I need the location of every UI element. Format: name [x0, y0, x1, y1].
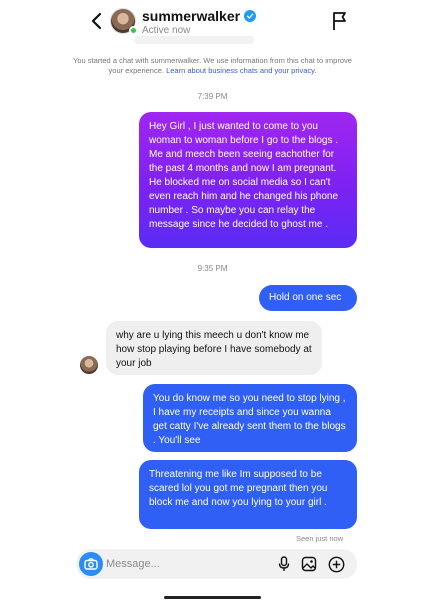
voice-message-button[interactable] [275, 555, 293, 573]
sent-message[interactable]: Hold on one sec [259, 285, 357, 311]
message-text: why are u lying this meech u don't know … [116, 330, 312, 369]
contact-name[interactable]: summerwalker [142, 8, 257, 24]
message-composer [76, 549, 357, 579]
message-input[interactable] [106, 555, 246, 573]
seen-receipt: Seen just now [296, 534, 344, 543]
privacy-link[interactable]: Learn about business chats and your priv… [166, 66, 316, 75]
camera-button[interactable] [79, 552, 103, 576]
received-message[interactable]: why are u lying this meech u don't know … [106, 321, 322, 375]
home-indicator [164, 596, 261, 599]
online-indicator [129, 26, 138, 35]
sent-message[interactable]: Threatening me like Im supposed to be sc… [139, 460, 357, 529]
username: summerwalker [142, 8, 241, 24]
message-text: Hold on one sec [269, 292, 342, 303]
timestamp: 7:39 PM [197, 92, 228, 101]
microphone-icon [278, 556, 290, 571]
back-button[interactable] [88, 9, 104, 33]
gallery-icon [301, 556, 317, 572]
profile-card-edge [134, 36, 254, 44]
add-button[interactable] [327, 555, 345, 573]
business-chat-notice: You started a chat with summerwalker. We… [70, 56, 355, 76]
sent-message[interactable]: Hey Girl , I just wanted to come to you … [139, 112, 357, 248]
chevron-left-icon [91, 12, 102, 30]
camera-icon [84, 558, 98, 570]
timestamp: 9:35 PM [197, 264, 228, 273]
verified-badge-icon [244, 10, 257, 22]
gallery-button[interactable] [300, 555, 318, 573]
report-button[interactable] [332, 11, 348, 31]
message-text: Hey Girl , I just wanted to come to you … [149, 121, 339, 230]
profile-avatar[interactable] [110, 8, 138, 35]
add-icon [328, 556, 344, 572]
sent-message[interactable]: You do know me so you need to stop lying… [143, 384, 357, 452]
active-status: Active now [142, 25, 191, 36]
sender-avatar[interactable] [80, 356, 98, 374]
message-text: Threatening me like Im supposed to be sc… [149, 469, 328, 508]
message-text: You do know me so you need to stop lying… [153, 393, 346, 446]
flag-icon [333, 12, 346, 30]
